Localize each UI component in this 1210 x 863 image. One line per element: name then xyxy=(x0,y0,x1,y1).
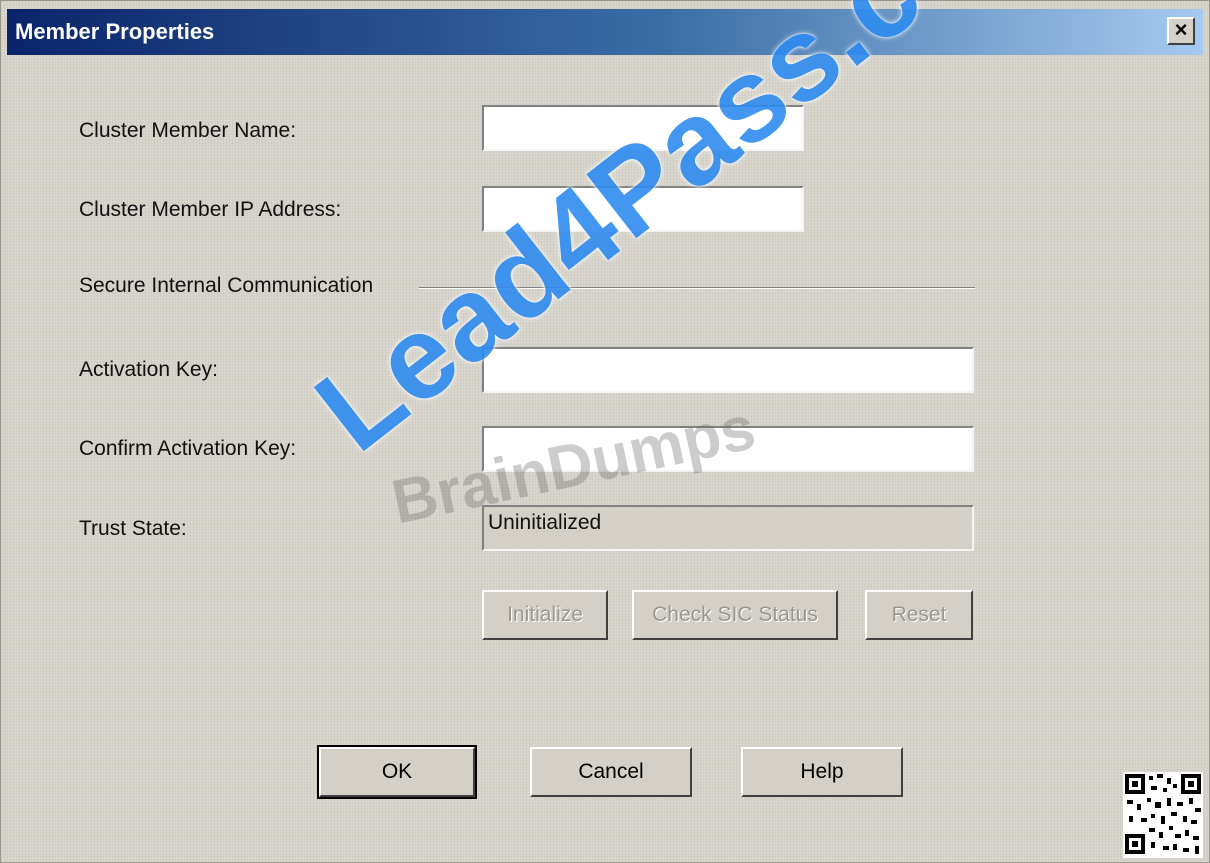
title-bar[interactable]: Member Properties × xyxy=(7,9,1203,55)
activation-key-input[interactable] xyxy=(482,347,974,393)
activation-key-label: Activation Key: xyxy=(79,358,218,381)
trust-state-value: Uninitialized xyxy=(482,505,974,551)
close-icon[interactable]: × xyxy=(1167,17,1195,45)
member-name-label: Cluster Member Name: xyxy=(79,119,297,142)
reset-button[interactable]: Reset xyxy=(865,590,973,640)
qr-code-icon xyxy=(1123,772,1203,858)
sic-section-label: Secure Internal Communication xyxy=(79,274,374,297)
confirm-activation-key-label: Confirm Activation Key: xyxy=(79,437,297,460)
window-title: Member Properties xyxy=(15,19,215,44)
watermark-primary: Lead4Pass.com xyxy=(292,0,1087,477)
cancel-button[interactable]: Cancel xyxy=(530,747,692,797)
initialize-button[interactable]: Initialize xyxy=(482,590,608,640)
member-ip-input[interactable] xyxy=(482,186,804,232)
member-name-input[interactable] xyxy=(482,105,804,151)
confirm-activation-key-input[interactable] xyxy=(482,426,974,472)
member-properties-dialog: Member Properties × Cluster Member Name:… xyxy=(0,0,1210,863)
help-button[interactable]: Help xyxy=(741,747,903,797)
ok-button[interactable]: OK xyxy=(317,745,477,799)
member-ip-label: Cluster Member IP Address: xyxy=(79,198,342,221)
check-sic-status-button[interactable]: Check SIC Status xyxy=(632,590,838,640)
sic-section-divider xyxy=(419,287,975,289)
trust-state-label: Trust State: xyxy=(79,517,187,540)
